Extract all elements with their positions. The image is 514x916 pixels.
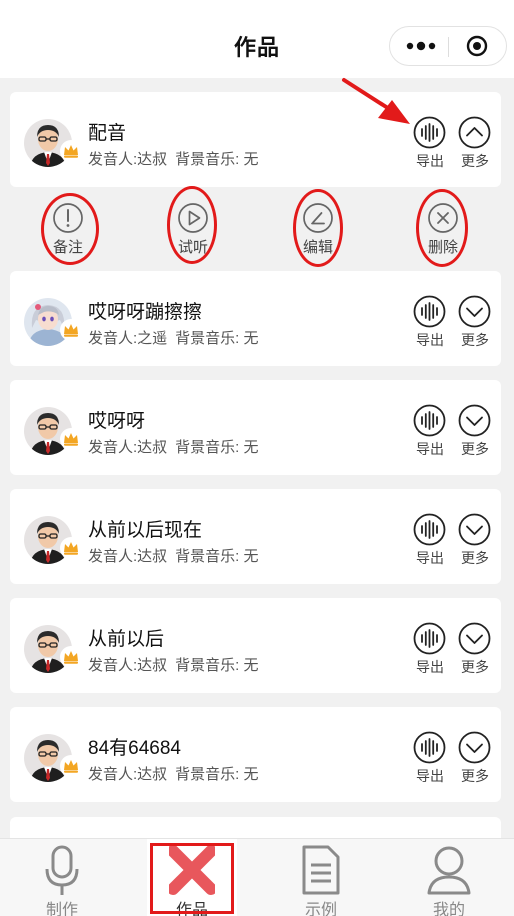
bgm-label: 背景音乐: 无	[175, 439, 259, 456]
vip-crown-icon	[60, 140, 82, 162]
user-icon	[427, 846, 471, 895]
delete-button[interactable]: 删除	[413, 198, 473, 258]
delete-label: 删除	[427, 239, 458, 256]
chevron-up-icon[interactable]	[458, 116, 491, 149]
annotation-arrow-icon	[342, 78, 410, 124]
microphone-icon	[45, 845, 79, 895]
export-label[interactable]: 导出	[410, 439, 450, 459]
preview-label: 试听	[177, 239, 208, 256]
more-label[interactable]: 更多	[455, 766, 495, 786]
work-title: 哎呀呀	[88, 411, 146, 432]
bgm-label: 背景音乐: 无	[175, 657, 259, 674]
vip-crown-icon	[60, 537, 82, 559]
speaker-label: 发音人:达叔	[88, 548, 168, 565]
navigation-bar: 作品	[0, 0, 514, 78]
tab-works[interactable]: 作品	[147, 839, 237, 916]
more-label[interactable]: 更多	[455, 330, 495, 350]
more-label[interactable]: 更多	[455, 151, 495, 171]
bottom-tab-bar: 制作 作品 示例 我的	[0, 838, 514, 916]
work-title: 从前以后现在	[88, 520, 203, 541]
edit-button[interactable]: 编辑	[288, 198, 348, 258]
bgm-label: 背景音乐: 无	[175, 330, 259, 347]
note-label: 备注	[52, 239, 83, 256]
tab-mine[interactable]: 我的	[404, 839, 494, 916]
work-item[interactable]: 从前以后现在 发音人:达叔 背景音乐: 无 导出 更多	[10, 489, 501, 584]
bgm-label: 背景音乐: 无	[175, 151, 259, 168]
close-miniprogram-icon[interactable]	[466, 35, 488, 57]
more-label[interactable]: 更多	[455, 657, 495, 677]
bgm-label: 背景音乐: 无	[175, 766, 259, 783]
note-button[interactable]: 备注	[38, 198, 98, 258]
work-meta: 发音人:达叔 背景音乐: 无	[88, 148, 267, 169]
export-label[interactable]: 导出	[410, 766, 450, 786]
export-audio-icon[interactable]	[413, 731, 446, 764]
document-icon	[302, 845, 340, 895]
work-item[interactable]: 从前以后 发音人:达叔 背景音乐: 无 导出 更多	[10, 598, 501, 693]
works-icon	[169, 845, 215, 895]
vip-crown-icon	[60, 428, 82, 450]
export-label[interactable]: 导出	[410, 151, 450, 171]
chevron-down-icon[interactable]	[458, 622, 491, 655]
vip-crown-icon	[60, 646, 82, 668]
work-actions-row: 备注 试听 编辑 删除	[10, 188, 501, 263]
speaker-label: 发音人:达叔	[88, 151, 168, 168]
mini-program-capsule	[389, 26, 507, 66]
work-title: 哎呀呀蹦擦擦	[88, 302, 203, 323]
tab-label: 作品	[175, 902, 208, 916]
work-title: 84有64684	[88, 738, 181, 759]
chevron-down-icon[interactable]	[458, 295, 491, 328]
tab-label: 我的	[432, 902, 465, 916]
edit-label: 编辑	[302, 239, 333, 256]
tab-make[interactable]: 制作	[17, 839, 107, 916]
edit-icon	[303, 203, 333, 233]
work-meta: 发音人:达叔 背景音乐: 无	[88, 545, 267, 566]
close-icon	[428, 203, 458, 233]
tab-examples[interactable]: 示例	[276, 839, 366, 916]
preview-button[interactable]: 试听	[163, 198, 223, 258]
speaker-label: 发音人:达叔	[88, 439, 168, 456]
export-audio-icon[interactable]	[413, 295, 446, 328]
chevron-down-icon[interactable]	[458, 404, 491, 437]
bgm-label: 背景音乐: 无	[175, 548, 259, 565]
export-audio-icon[interactable]	[413, 513, 446, 546]
speaker-label: 发音人:达叔	[88, 766, 168, 783]
more-label[interactable]: 更多	[455, 439, 495, 459]
chevron-down-icon[interactable]	[458, 513, 491, 546]
tab-label: 制作	[45, 902, 78, 916]
work-item[interactable]: 哎呀呀 发音人:达叔 背景音乐: 无 导出 更多	[10, 380, 501, 475]
speaker-label: 发音人:达叔	[88, 657, 168, 674]
more-options-icon[interactable]	[404, 36, 438, 56]
export-label[interactable]: 导出	[410, 330, 450, 350]
work-item[interactable]: 配音 发音人:达叔 背景音乐: 无 导出 更多	[10, 92, 501, 187]
speaker-label: 发音人:之遥	[88, 330, 168, 347]
exclamation-icon	[53, 203, 83, 233]
work-title: 配音	[88, 123, 127, 144]
play-icon	[178, 203, 208, 233]
chevron-down-icon[interactable]	[458, 731, 491, 764]
export-audio-icon[interactable]	[413, 404, 446, 437]
capsule-divider	[448, 37, 449, 57]
more-label[interactable]: 更多	[455, 548, 495, 568]
export-audio-icon[interactable]	[413, 622, 446, 655]
work-meta: 发音人:达叔 背景音乐: 无	[88, 436, 267, 457]
tab-label: 示例	[304, 902, 337, 916]
work-item[interactable]: 哎呀呀蹦擦擦 发音人:之遥 背景音乐: 无 导出 更多	[10, 271, 501, 366]
export-label[interactable]: 导出	[410, 548, 450, 568]
work-item[interactable]: 84有64684 发音人:达叔 背景音乐: 无 导出 更多	[10, 707, 501, 802]
work-meta: 发音人:达叔 背景音乐: 无	[88, 763, 267, 784]
work-meta: 发音人:达叔 背景音乐: 无	[88, 654, 267, 675]
vip-crown-icon	[60, 755, 82, 777]
work-title: 从前以后	[88, 629, 165, 650]
work-meta: 发音人:之遥 背景音乐: 无	[88, 327, 267, 348]
vip-crown-icon	[60, 319, 82, 341]
export-label[interactable]: 导出	[410, 657, 450, 677]
